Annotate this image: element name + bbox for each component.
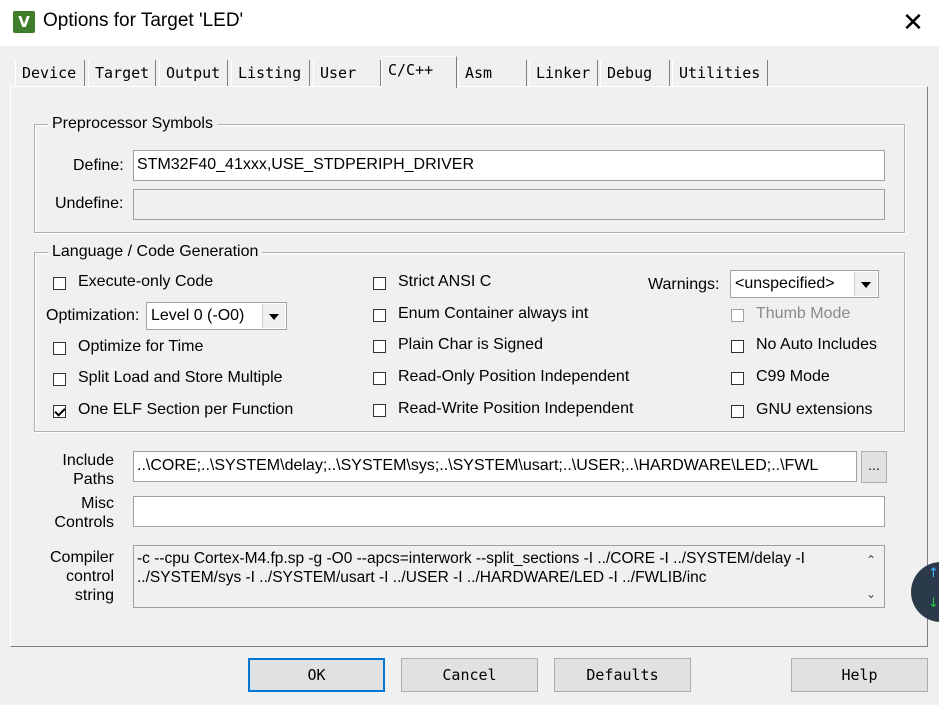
gnu-extensions-label: GNU extensions [756,401,873,418]
checkbox-box[interactable] [373,340,386,353]
optimize-time-label: Optimize for Time [78,338,204,355]
checkbox-box[interactable] [53,405,66,418]
include-label-line1: Include [62,452,114,469]
scroll-down-icon[interactable]: ⌄ [863,586,879,602]
arrow-up-icon: ↑ [928,566,939,581]
codegen-legend: Language / Code Generation [48,243,263,261]
c99-mode-label: C99 Mode [756,368,830,385]
optimization-label: Optimization: [46,307,140,324]
arrow-down-icon: ↓ [928,596,939,611]
misc-label-line1: Misc [81,495,114,512]
strict-ansi-label: Strict ANSI C [398,273,492,290]
scroll-up-icon[interactable]: ⌃ [863,552,879,568]
no-auto-includes-label: No Auto Includes [756,336,877,353]
include-paths-label: Include Paths [40,451,114,489]
checkbox-box[interactable] [373,404,386,417]
plain-char-label: Plain Char is Signed [398,336,543,353]
checkbox-box[interactable] [731,372,744,385]
tab-user[interactable]: User [313,60,381,86]
preprocessor-legend: Preprocessor Symbols [48,115,217,133]
compiler-string-text: -c --cpu Cortex-M4.fp.sp -g -O0 --apcs=i… [133,545,885,608]
checkbox-box[interactable] [53,342,66,355]
optimization-value: Level 0 (-O0) [151,307,245,324]
tab-device[interactable]: Device [15,60,85,86]
checkbox-box [731,309,744,322]
include-label-line2: Paths [73,471,114,488]
checkbox-box[interactable] [731,405,744,418]
checkbox-box[interactable] [53,277,66,290]
checkbox-box[interactable] [53,373,66,386]
compiler-label-line3: string [74,587,114,604]
execute-only-label: Execute-only Code [78,273,214,290]
tab-listing[interactable]: Listing [231,60,310,86]
keil-uv-icon: V [13,11,35,33]
undefine-input[interactable] [133,189,885,220]
split-load-label: Split Load and Store Multiple [78,369,283,386]
define-label: Define: [73,157,124,174]
chevron-down-icon [269,314,279,320]
compiler-label-line2: control [65,568,114,585]
tab-asm[interactable]: Asm [458,60,527,86]
warnings-select[interactable]: <unspecified> [730,270,879,298]
optimization-select[interactable]: Level 0 (-O0) [146,302,287,330]
chevron-down-icon [861,282,871,288]
dropdown-button[interactable] [854,272,877,296]
checkbox-box[interactable] [373,277,386,290]
compiler-string-label: Compiler control string [40,548,114,605]
window-title: Options for Target 'LED' [43,10,244,31]
one-elf-label: One ELF Section per Function [78,401,294,418]
warnings-label: Warnings: [648,276,720,293]
enum-container-label: Enum Container always int [398,305,589,322]
misc-controls-input[interactable] [133,496,885,527]
help-button[interactable]: Help [791,658,928,692]
dropdown-button[interactable] [262,304,285,328]
cancel-button[interactable]: Cancel [401,658,538,692]
checkbox-box[interactable] [373,309,386,322]
tab-c-cpp[interactable]: C/C++ [381,56,457,88]
misc-label-line2: Controls [54,514,114,531]
ok-button[interactable]: OK [248,658,385,692]
tab-utilities[interactable]: Utilities [672,60,768,86]
ro-pi-label: Read-Only Position Independent [398,368,630,385]
checkbox-box[interactable] [373,372,386,385]
defaults-button[interactable]: Defaults [554,658,691,692]
close-icon[interactable]: ✕ [898,8,928,38]
misc-controls-label: Misc Controls [40,494,114,532]
include-paths-input[interactable]: ..\CORE;..\SYSTEM\delay;..\SYSTEM\sys;..… [133,451,857,482]
thumb-mode-label: Thumb Mode [756,305,851,322]
define-input[interactable]: STM32F40_41xxx,USE_STDPERIPH_DRIVER [133,150,885,181]
warnings-value: <unspecified> [735,275,835,292]
tab-target[interactable]: Target [88,60,156,86]
tab-linker[interactable]: Linker [529,60,598,86]
compiler-label-line1: Compiler [49,549,114,566]
compiler-string-line1: -c --cpu Cortex-M4.fp.sp -g -O0 --apcs=i… [137,550,805,567]
checkbox-box[interactable] [731,340,744,353]
browse-include-button[interactable]: ... [861,451,887,483]
tab-debug[interactable]: Debug [600,60,670,86]
rw-pi-label: Read-Write Position Independent [398,400,634,417]
undefine-label: Undefine: [55,195,124,212]
compiler-string-line2: ../SYSTEM/sys -I ../SYSTEM/usart -I ../U… [137,569,707,586]
tab-output[interactable]: Output [159,60,228,86]
